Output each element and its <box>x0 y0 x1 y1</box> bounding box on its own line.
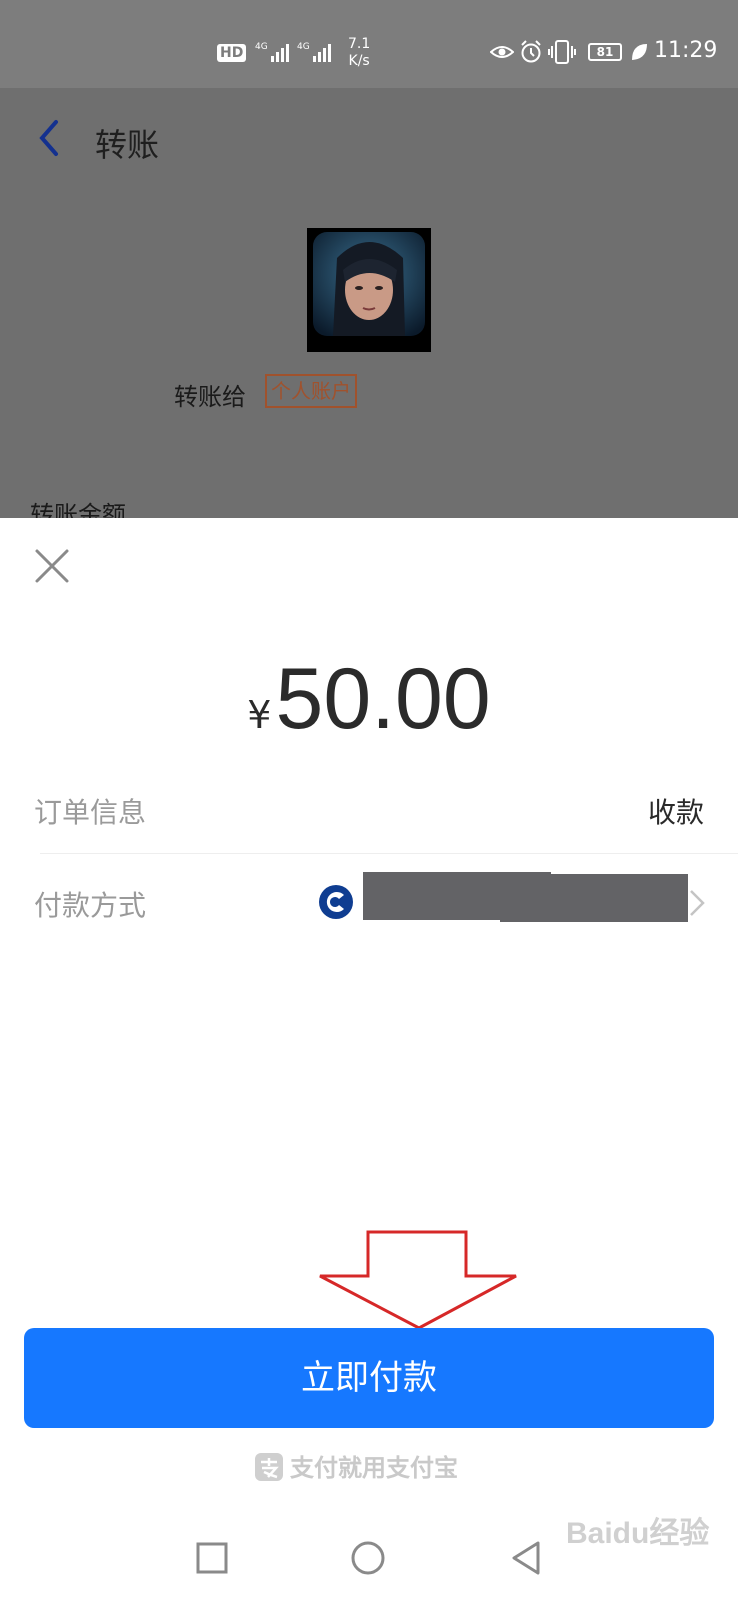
slogan-text: 支付就用支付宝 <box>290 1454 458 1482</box>
alipay-slogan: 支付就用支付宝 <box>254 1452 458 1484</box>
avatar-image <box>313 232 425 336</box>
nav-recents-icon[interactable] <box>192 1538 232 1578</box>
currency-symbol: ¥ <box>247 693 272 737</box>
order-info-label: 订单信息 <box>34 796 147 829</box>
transfer-to-label: 转账给 <box>174 383 246 411</box>
alipay-icon <box>255 1453 283 1481</box>
vibrate-icon <box>548 40 576 64</box>
close-icon[interactable] <box>32 546 72 586</box>
signal-icon: 4G <box>297 42 331 62</box>
speed-unit: K/s <box>348 53 370 69</box>
nav-back-icon[interactable] <box>506 1538 546 1578</box>
back-icon[interactable] <box>34 118 64 158</box>
account-type-badge: 个人账户 <box>265 374 357 408</box>
bank-icon <box>319 885 353 919</box>
redacted-card-number <box>500 874 688 922</box>
annotation-arrow <box>319 1230 517 1330</box>
amount-value: 50.00 <box>275 651 491 747</box>
payment-amount: ¥50.00 <box>0 650 738 749</box>
amount-label: 转账金额 <box>30 501 126 518</box>
speed-value: 7.1 <box>348 36 371 52</box>
nav-home-icon[interactable] <box>348 1538 388 1578</box>
network-type-2: 4G <box>297 42 310 52</box>
payment-method-label: 付款方式 <box>34 889 147 922</box>
signal-icon: 4G <box>255 42 289 62</box>
alarm-icon <box>521 40 541 63</box>
avatar <box>307 228 431 352</box>
order-info-value: 收款 <box>647 796 704 829</box>
clock: 11:29 <box>654 38 718 63</box>
leaf-icon <box>632 44 647 60</box>
watermark: Baidu经验 <box>566 1517 710 1550</box>
network-type-1: 4G <box>255 42 268 52</box>
network-speed: 7.1 K/s <box>348 36 370 70</box>
pay-now-button[interactable]: 立即付款 <box>24 1328 714 1428</box>
hd-indicator: HD <box>217 44 247 62</box>
status-bar: HD 4G 4G 7.1 K/s 81 11:29 <box>0 0 738 88</box>
chevron-right-icon[interactable] <box>688 888 706 918</box>
page-title: 转账 <box>95 126 160 164</box>
battery-icon: 81 <box>588 43 622 61</box>
eye-icon <box>490 46 514 58</box>
